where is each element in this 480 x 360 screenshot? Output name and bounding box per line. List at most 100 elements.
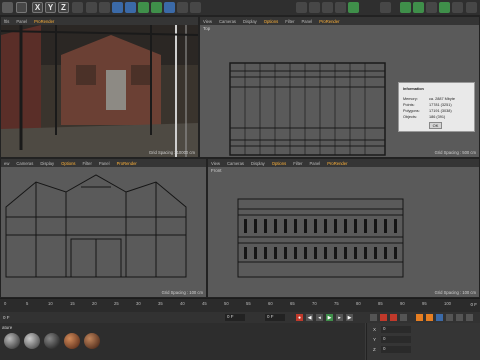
menu-item-prorender[interactable]: ProRender bbox=[319, 19, 339, 24]
material-ball[interactable] bbox=[84, 333, 100, 349]
menu-item[interactable]: ew bbox=[4, 161, 9, 166]
keyframe-icon[interactable] bbox=[400, 314, 407, 321]
record-icon[interactable]: ● bbox=[296, 314, 303, 321]
window bbox=[364, 219, 367, 233]
undo-icon[interactable] bbox=[2, 2, 13, 13]
x-label: X bbox=[373, 327, 377, 332]
x-axis-lock-button[interactable]: X bbox=[32, 2, 43, 13]
frame-start-field[interactable]: 0 F bbox=[3, 315, 10, 320]
menu-item-panel[interactable]: Panel bbox=[99, 161, 110, 166]
keyframe-icon[interactable] bbox=[390, 314, 397, 321]
menu-item-filter[interactable]: Filter bbox=[285, 19, 294, 24]
y-field[interactable]: 0 bbox=[381, 336, 411, 343]
material-ball[interactable] bbox=[24, 333, 40, 349]
menu-item-prorender[interactable]: ProRender bbox=[327, 161, 347, 166]
last-frame-icon[interactable]: ▶ bbox=[346, 314, 353, 321]
perspective-viewport[interactable]: ftls Panel ProRender Grid Spacing : 1000… bbox=[0, 16, 199, 158]
array-icon[interactable] bbox=[151, 2, 162, 13]
motion-icon[interactable] bbox=[446, 314, 453, 321]
window bbox=[394, 247, 397, 259]
window bbox=[394, 219, 397, 233]
menu-item-view[interactable]: View bbox=[211, 161, 220, 166]
menu-item-display[interactable]: Display bbox=[40, 161, 54, 166]
camera-icon[interactable] bbox=[190, 2, 201, 13]
warehouse-render bbox=[1, 25, 198, 157]
motion-icon[interactable] bbox=[466, 314, 473, 321]
edges-mode-icon[interactable] bbox=[322, 2, 333, 13]
prev-frame-icon[interactable]: ◂ bbox=[316, 314, 323, 321]
workplane-icon[interactable] bbox=[348, 2, 359, 13]
menu-item-panel[interactable]: Panel bbox=[302, 19, 313, 24]
timeline-tick: 55 bbox=[246, 301, 251, 306]
bridge-icon[interactable] bbox=[439, 2, 450, 13]
window bbox=[354, 247, 357, 259]
frame-min-field[interactable]: 0 F bbox=[225, 314, 245, 321]
window bbox=[374, 247, 377, 259]
timeline-ruler[interactable]: 0 5 10 15 20 25 30 35 40 45 50 55 60 65 70 75 80 85 90 95 10… bbox=[0, 298, 480, 312]
menu-item-cameras[interactable]: Cameras bbox=[219, 19, 236, 24]
menu-item-filter[interactable]: Filter bbox=[293, 161, 302, 166]
motion-icon[interactable] bbox=[426, 314, 433, 321]
menu-item-filter[interactable]: Filter bbox=[83, 161, 92, 166]
motion-icon[interactable] bbox=[416, 314, 423, 321]
menu-item-prorender[interactable]: ProRender bbox=[117, 161, 137, 166]
layout-icon[interactable] bbox=[466, 2, 477, 13]
menu-item[interactable]: ftls bbox=[4, 19, 9, 24]
render-region-icon[interactable] bbox=[86, 2, 97, 13]
menu-item-panel[interactable]: Panel bbox=[310, 161, 321, 166]
y-axis-lock-button[interactable]: Y bbox=[45, 2, 56, 13]
menu-item-view[interactable]: View bbox=[203, 19, 212, 24]
knife-icon[interactable] bbox=[400, 2, 411, 13]
motion-icon[interactable] bbox=[436, 314, 443, 321]
motion-icon[interactable] bbox=[456, 314, 463, 321]
y-label: Y bbox=[373, 337, 377, 342]
front-viewport[interactable]: View Cameras Display Options Filter Pane… bbox=[207, 158, 480, 298]
menu-item-cameras[interactable]: Cameras bbox=[227, 161, 244, 166]
next-frame-icon[interactable]: ▸ bbox=[336, 314, 343, 321]
material-ball[interactable] bbox=[64, 333, 80, 349]
timeline-tick: 40 bbox=[180, 301, 185, 306]
pen-icon[interactable] bbox=[125, 2, 136, 13]
timeline-tick: 5 bbox=[26, 301, 29, 306]
material-ball[interactable] bbox=[44, 333, 60, 349]
menu-item-options[interactable]: Options bbox=[61, 161, 75, 166]
points-mode-icon[interactable] bbox=[309, 2, 320, 13]
material-ball[interactable] bbox=[4, 333, 20, 349]
x-field[interactable]: 0 bbox=[381, 326, 411, 333]
menu-item-options[interactable]: Options bbox=[264, 19, 278, 24]
keyframe-icon[interactable] bbox=[380, 314, 387, 321]
timeline-tick: 0 bbox=[4, 301, 7, 306]
scene-icon[interactable] bbox=[177, 2, 188, 13]
timeline-tick: 30 bbox=[136, 301, 141, 306]
timeline-tick: 10 bbox=[48, 301, 53, 306]
deformer-icon[interactable] bbox=[164, 2, 175, 13]
frame-max-field[interactable]: 0 F bbox=[265, 314, 285, 321]
z-axis-lock-button[interactable]: Z bbox=[58, 2, 69, 13]
move-icon[interactable] bbox=[16, 2, 27, 13]
timeline-tick: 75 bbox=[334, 301, 339, 306]
snap-icon[interactable] bbox=[296, 2, 307, 13]
autokey-icon[interactable] bbox=[370, 314, 377, 321]
live-selection-icon[interactable] bbox=[380, 2, 391, 13]
menu-item-display[interactable]: Display bbox=[243, 19, 257, 24]
window bbox=[294, 219, 297, 233]
menu-item-display[interactable]: Display bbox=[251, 161, 265, 166]
render-view-icon[interactable] bbox=[99, 2, 110, 13]
menu-item-options[interactable]: Options bbox=[272, 161, 286, 166]
bevel-icon[interactable] bbox=[426, 2, 437, 13]
menu-item-cameras[interactable]: Cameras bbox=[16, 161, 33, 166]
right-viewport[interactable]: ew Cameras Display Options Filter Panel … bbox=[0, 158, 207, 298]
z-field[interactable]: 0 bbox=[381, 346, 411, 353]
subdivision-icon[interactable] bbox=[138, 2, 149, 13]
window bbox=[294, 247, 297, 259]
menu-item[interactable]: Panel bbox=[16, 19, 27, 24]
coordinate-system-icon[interactable] bbox=[72, 2, 83, 13]
menu-item-prorender[interactable]: ProRender bbox=[34, 19, 54, 24]
play-icon[interactable]: ▶ bbox=[326, 314, 333, 321]
ok-button[interactable]: OK bbox=[429, 122, 442, 129]
polygons-mode-icon[interactable] bbox=[335, 2, 346, 13]
weld-icon[interactable] bbox=[452, 2, 463, 13]
first-frame-icon[interactable]: ◀ bbox=[306, 314, 313, 321]
cube-icon[interactable] bbox=[112, 2, 123, 13]
extrude-icon[interactable] bbox=[413, 2, 424, 13]
